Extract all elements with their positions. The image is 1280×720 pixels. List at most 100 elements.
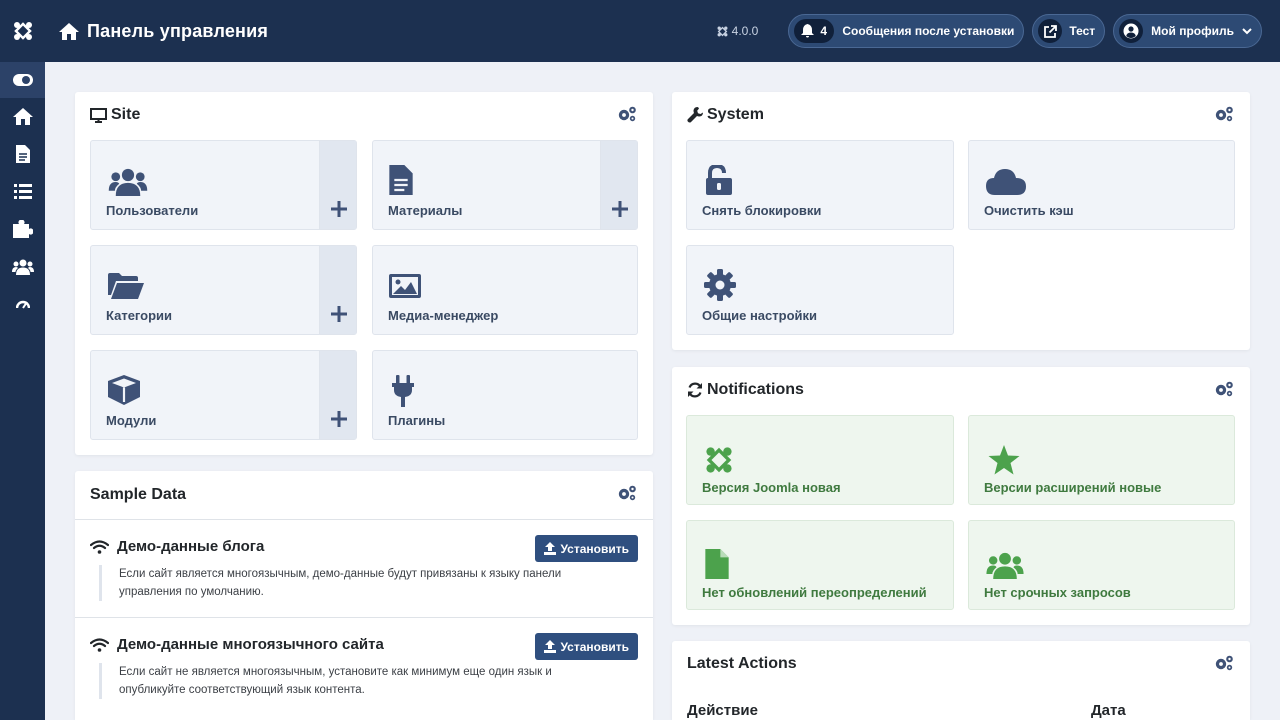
tile-joomla-update[interactable]: Версия Joomla новая xyxy=(686,415,954,505)
file-icon xyxy=(15,145,30,164)
sidebar-item-menus[interactable] xyxy=(0,173,45,211)
bell-icon xyxy=(801,24,815,38)
image-icon xyxy=(389,274,421,298)
add-category-button[interactable] xyxy=(319,246,356,334)
add-module-button[interactable] xyxy=(319,351,356,439)
version-text: 4.0.0 xyxy=(731,24,759,38)
column-header-action[interactable]: Действие xyxy=(687,702,758,719)
sidebar-item-home[interactable] xyxy=(0,98,45,136)
tile-users[interactable]: Пользователи xyxy=(90,140,357,230)
star-icon xyxy=(988,445,1020,475)
tile-modules-label: Модули xyxy=(106,413,157,428)
sidebar-item-users[interactable] xyxy=(0,248,45,286)
tile-extension-updates[interactable]: Версии расширений новые xyxy=(968,415,1235,505)
module-settings-icon[interactable] xyxy=(1214,655,1234,671)
user-circle-icon xyxy=(1123,23,1139,39)
sample-data-blog-desc: Если сайт является многоязычным, демо-да… xyxy=(99,565,579,601)
install-multilang-button[interactable]: Установить xyxy=(535,633,638,660)
tile-clear-cache-label: Очистить кэш xyxy=(984,203,1074,218)
folder-open-icon xyxy=(108,273,144,299)
latest-actions-module: Latest Actions Действие Дата xyxy=(672,641,1250,720)
gauge-icon xyxy=(15,301,30,309)
tile-plugins-label: Плагины xyxy=(388,413,446,428)
sample-data-multilang-title: Демо-данные многоязычного сайта xyxy=(90,636,384,653)
plug-icon xyxy=(392,375,414,407)
notification-count: 4 xyxy=(820,24,828,38)
wifi-icon xyxy=(90,637,109,652)
top-header: Панель управления 4.0.0 4 Сообщения посл… xyxy=(45,0,1280,62)
user-profile-menu[interactable]: Мой профиль xyxy=(1113,14,1262,48)
preview-site-label: Тест xyxy=(1069,24,1096,38)
cloud-icon xyxy=(986,169,1026,195)
tile-privacy-requests[interactable]: Нет срочных запросов xyxy=(968,520,1235,610)
sample-data-blog-title: Демо-данные блога xyxy=(90,538,264,555)
sidebar-item-components[interactable] xyxy=(0,211,45,249)
page-title-text: Панель управления xyxy=(87,20,269,41)
tile-global-checkin[interactable]: Снять блокировки xyxy=(686,140,954,230)
preview-site-button[interactable]: Тест xyxy=(1032,14,1106,48)
module-settings-icon[interactable] xyxy=(1214,381,1234,397)
users-icon xyxy=(986,552,1024,579)
tile-categories-label: Категории xyxy=(106,308,173,323)
tile-articles[interactable]: Материалы xyxy=(372,140,638,230)
file-icon xyxy=(705,549,729,579)
tile-global-checkin-label: Снять блокировки xyxy=(702,203,822,218)
puzzle-icon xyxy=(12,220,33,239)
home-icon xyxy=(12,108,33,126)
post-install-messages-label: Сообщения после установки xyxy=(842,24,1015,38)
install-blog-label: Установить xyxy=(560,541,629,556)
plus-icon xyxy=(612,201,628,217)
cube-icon xyxy=(108,375,140,405)
sample-data-module: Sample Data Демо-данные блога Установить… xyxy=(75,471,653,720)
sample-data-blog: Демо-данные блога Установить Если сайт я… xyxy=(75,519,653,617)
sidebar xyxy=(0,0,45,720)
install-multilang-label: Установить xyxy=(560,639,629,654)
add-user-button[interactable] xyxy=(319,141,356,229)
sample-data-header: Sample Data xyxy=(75,471,653,519)
chevron-down-icon xyxy=(1242,27,1252,34)
tile-plugins[interactable]: Плагины xyxy=(372,350,638,440)
plus-icon xyxy=(331,306,347,322)
tile-global-configuration[interactable]: Общие настройки xyxy=(686,245,954,335)
tile-override-updates[interactable]: Нет обновлений переопределений xyxy=(686,520,954,610)
gear-icon xyxy=(704,269,736,301)
sample-data-blog-title-text: Демо-данные блога xyxy=(117,538,265,555)
tile-articles-label: Материалы xyxy=(388,203,463,218)
tile-clear-cache[interactable]: Очистить кэш xyxy=(968,140,1235,230)
module-settings-icon[interactable] xyxy=(617,485,637,501)
site-module: Site Пользователи Материалы Категории Ме… xyxy=(75,92,653,455)
user-profile-label: Мой профиль xyxy=(1151,24,1234,38)
post-install-messages-button[interactable]: 4 Сообщения после установки xyxy=(788,14,1025,48)
module-settings-icon[interactable] xyxy=(1214,106,1234,122)
tile-joomla-update-label: Версия Joomla новая xyxy=(702,480,841,495)
system-module: System Снять блокировки Очистить кэш Общ… xyxy=(672,92,1250,350)
module-settings-icon[interactable] xyxy=(617,106,637,122)
sidebar-toggle[interactable] xyxy=(0,62,45,98)
tile-media-label: Медиа-менеджер xyxy=(388,308,499,323)
monitor-icon xyxy=(90,107,107,123)
sidebar-item-system[interactable] xyxy=(0,286,45,324)
tile-override-updates-label: Нет обновлений переопределений xyxy=(702,585,927,600)
tile-media[interactable]: Медиа-менеджер xyxy=(372,245,638,335)
install-blog-button[interactable]: Установить xyxy=(535,535,638,562)
home-icon xyxy=(59,22,79,40)
bell-badge: 4 xyxy=(794,19,835,43)
list-icon xyxy=(13,184,32,200)
notifications-module: Notifications Версия Joomla новая Версии… xyxy=(672,367,1250,625)
sidebar-item-content[interactable] xyxy=(0,136,45,174)
upload-icon xyxy=(544,542,557,555)
add-article-button[interactable] xyxy=(600,141,637,229)
toggle-icon xyxy=(12,74,33,86)
site-module-title: Site xyxy=(111,106,141,123)
joomla-logo[interactable] xyxy=(0,0,45,62)
joomla-icon xyxy=(717,26,728,36)
notifications-module-title: Notifications xyxy=(707,381,804,398)
tile-modules[interactable]: Модули xyxy=(90,350,357,440)
notifications-module-header: Notifications xyxy=(672,367,1250,413)
joomla-version: 4.0.0 xyxy=(717,24,759,38)
column-header-date[interactable]: Дата xyxy=(1091,702,1126,719)
sync-icon xyxy=(688,382,702,398)
wrench-icon xyxy=(687,107,703,123)
tile-categories[interactable]: Категории xyxy=(90,245,357,335)
avatar xyxy=(1119,19,1144,43)
